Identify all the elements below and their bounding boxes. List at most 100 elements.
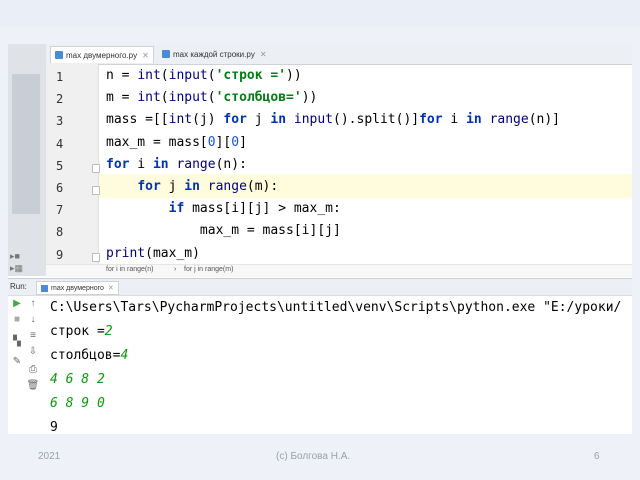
layout-icon[interactable]: ▚ <box>10 336 24 348</box>
token: input <box>168 68 208 83</box>
token: range <box>489 112 529 128</box>
code-line: for i in range(n): <box>106 157 247 172</box>
library-icon[interactable]: ▸▦ <box>10 262 23 274</box>
line-number: 8 <box>56 225 64 240</box>
project-panel <box>8 44 46 276</box>
token: 4 <box>120 348 129 363</box>
token: (m): <box>246 179 279 194</box>
breadcrumb-item[interactable]: for i in range(n) <box>106 266 153 273</box>
console-line: C:\Users\Tars\PycharmProjects\untitled\v… <box>50 300 621 315</box>
fold-marker-icon[interactable] <box>92 252 100 262</box>
run-console-output[interactable]: C:\Users\Tars\PycharmProjects\untitled\v… <box>50 296 632 434</box>
console-line: столбцов=4 <box>50 348 128 363</box>
token: m = <box>106 90 138 106</box>
print-icon[interactable]: ⎙ <box>26 364 40 376</box>
token: in <box>152 156 169 172</box>
token: 6 8 9 0 <box>50 396 105 411</box>
run-toolbar-left: ▶ ■ ▚ ✎ <box>10 296 24 434</box>
token: in <box>466 112 482 128</box>
close-icon[interactable]: ✕ <box>108 284 114 292</box>
token: i <box>442 112 467 128</box>
fold-marker-icon[interactable] <box>92 163 100 173</box>
token: j <box>160 179 185 194</box>
project-tree-icons: ▸■ ▸▦ <box>10 250 23 274</box>
token: int <box>168 112 193 128</box>
token: max_m = mass[ <box>106 134 208 150</box>
token: int <box>137 90 161 106</box>
code-line: print(max_m) <box>106 246 200 261</box>
token: for <box>223 112 247 128</box>
code-line: for j in range(m): <box>106 179 278 194</box>
run-toolbar-right: ↑ ↓ ≡ ⇩ ⎙ 🗑 <box>26 296 40 434</box>
token: 2 <box>104 324 113 339</box>
console-line: 6 8 9 0 <box>50 396 105 411</box>
token: )) <box>301 90 318 106</box>
code-editor[interactable]: n = int(input('строк =')) m = int(input('… <box>106 64 632 264</box>
console-line: 4 6 8 2 <box>50 372 105 387</box>
tab-max-kazhdoy-stroki[interactable]: max каждой строки.py ✕ <box>158 46 271 62</box>
code-line: if mass[i][j] > max_m: <box>106 201 341 216</box>
token: (n): <box>215 156 247 172</box>
breadcrumb-item[interactable]: for j in range(m) <box>184 266 233 273</box>
python-file-icon <box>162 50 170 58</box>
slide-top-band <box>0 0 640 26</box>
line-number: 4 <box>56 136 64 151</box>
token: ( <box>207 68 216 83</box>
project-tree-area <box>12 74 40 214</box>
token: input <box>168 90 208 106</box>
token: )) <box>286 68 302 83</box>
token: столбцов= <box>50 348 121 363</box>
line-number: 7 <box>56 203 64 218</box>
token: int <box>137 68 161 83</box>
close-icon[interactable]: ✕ <box>260 50 267 59</box>
token: for <box>419 112 443 128</box>
token: mass =[[ <box>106 112 169 128</box>
pin-icon[interactable]: ✎ <box>10 356 24 368</box>
tab-label: max двумерного.py <box>66 50 138 60</box>
token: (n)] <box>528 112 561 128</box>
run-label: Run: <box>10 282 27 291</box>
soft-wrap-icon[interactable]: ≡ <box>26 330 40 342</box>
run-icon[interactable]: ▶ <box>10 298 24 310</box>
line-number: 6 <box>56 181 64 195</box>
token: ( <box>160 68 169 83</box>
fold-marker-icon[interactable] <box>92 186 100 195</box>
tab-max-dvumernogo[interactable]: max двумерного.py ✕ <box>50 46 154 63</box>
console-line: строк =2 <box>50 324 113 339</box>
footer-year: 2021 <box>38 451 61 462</box>
footer-page-number: 6 <box>594 451 600 462</box>
arrow-up-icon[interactable]: ↑ <box>26 298 40 310</box>
scroll-to-end-icon[interactable]: ⇩ <box>26 346 40 358</box>
tab-label: max каждой строки.py <box>173 49 255 59</box>
token: 0 <box>231 134 240 150</box>
close-icon[interactable]: ✕ <box>142 51 149 60</box>
token: ( <box>160 90 169 106</box>
token: for <box>106 156 130 172</box>
trash-icon[interactable]: 🗑 <box>26 380 40 392</box>
breadcrumb: for i in range(n) › for j in range(m) <box>46 264 632 277</box>
token: ().split()] <box>333 112 420 128</box>
breadcrumb-separator: › <box>174 266 177 273</box>
run-config-label: max двумерного <box>51 284 104 292</box>
line-number: 5 <box>56 158 64 173</box>
token: print <box>106 245 146 261</box>
run-tool-header: Run: max двумерного ✕ <box>8 278 632 296</box>
pycharm-window: ▸■ ▸▦ max двумерного.py ✕ max каждой стр… <box>8 44 632 434</box>
line-number: 3 <box>56 114 64 129</box>
token: range <box>207 179 247 194</box>
folder-icon[interactable]: ▸■ <box>10 250 23 262</box>
code-line: mass =[[int(j) for j in input().split()]… <box>106 112 560 127</box>
token: ][ <box>215 134 232 150</box>
token: in <box>184 179 200 194</box>
stop-icon[interactable]: ■ <box>10 314 24 326</box>
arrow-down-icon[interactable]: ↓ <box>26 314 40 326</box>
code-line: max_m = mass[0][0] <box>106 135 247 150</box>
token: for <box>137 179 161 194</box>
run-config-tab[interactable]: max двумерного ✕ <box>36 281 119 295</box>
token: i <box>129 156 153 172</box>
